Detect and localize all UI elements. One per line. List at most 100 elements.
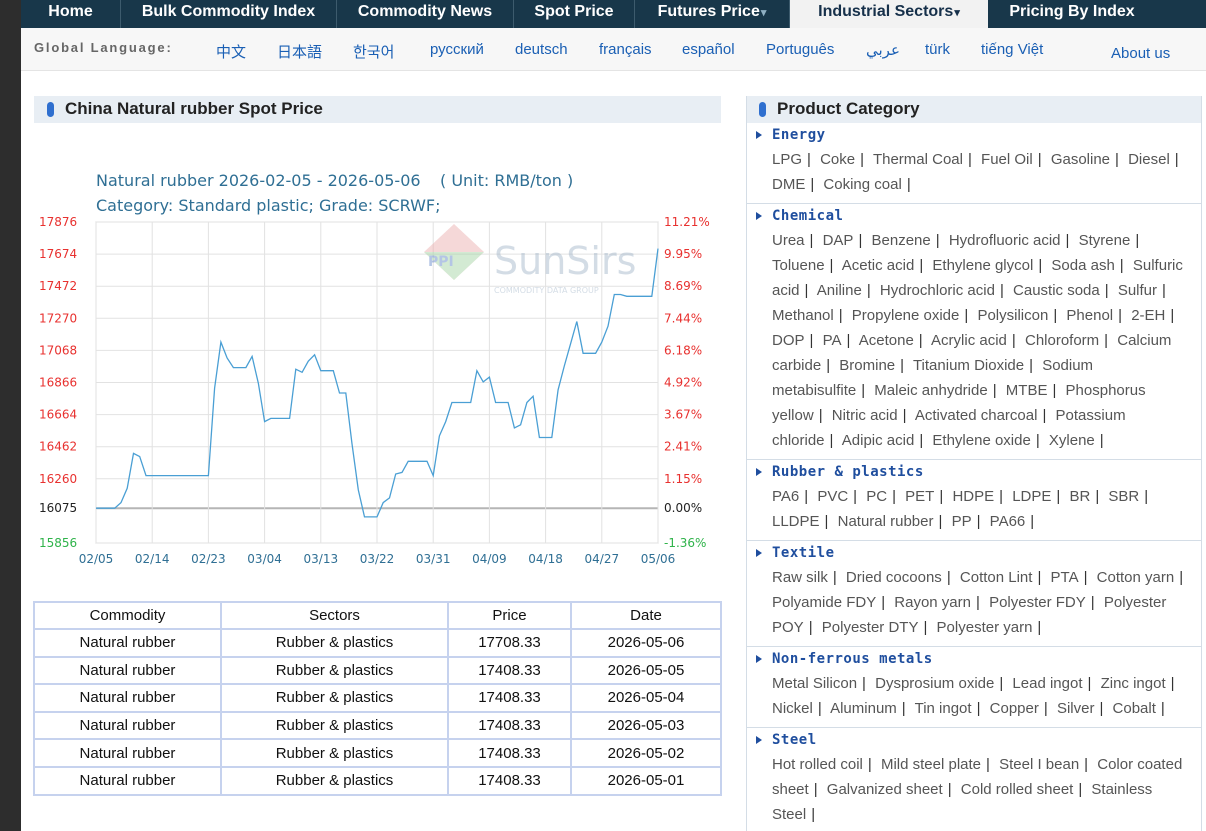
category-title[interactable]: Steel — [747, 728, 1201, 752]
product-link[interactable]: Natural rubber — [838, 513, 934, 530]
product-link[interactable]: Polysilicon — [977, 307, 1048, 324]
product-link[interactable]: Acetic acid — [842, 257, 915, 274]
product-link[interactable]: Diesel — [1128, 151, 1170, 168]
product-link[interactable]: Coking coal — [823, 176, 901, 193]
about-us-link[interactable]: About us — [1111, 45, 1170, 62]
product-link[interactable]: Coke — [820, 151, 855, 168]
product-link[interactable]: Propylene oxide — [852, 307, 960, 324]
lang-vietnamese[interactable]: tiếng Việt — [981, 41, 1043, 58]
product-link[interactable]: BR — [1069, 488, 1090, 505]
product-link[interactable]: Acrylic acid — [931, 332, 1007, 349]
product-link[interactable]: Methanol — [772, 307, 834, 324]
product-link[interactable]: Soda ash — [1051, 257, 1114, 274]
product-link[interactable]: LPG — [772, 151, 802, 168]
category-title[interactable]: Rubber & plastics — [747, 460, 1201, 484]
product-link[interactable]: Adipic acid — [842, 432, 915, 449]
product-link[interactable]: Thermal Coal — [873, 151, 963, 168]
product-link[interactable]: Rayon yarn — [894, 594, 971, 611]
product-link[interactable]: Raw silk — [772, 569, 828, 586]
nav-industrial-sectors[interactable]: Industrial Sectors▾ — [790, 0, 988, 28]
product-link[interactable]: Caustic soda — [1013, 282, 1100, 299]
product-link[interactable]: Hydrofluoric acid — [949, 232, 1061, 249]
product-link[interactable]: Toluene — [772, 257, 825, 274]
lang-turkish[interactable]: türk — [925, 41, 950, 58]
product-link[interactable]: Cotton yarn — [1097, 569, 1175, 586]
lang-japanese[interactable]: 日本語 — [277, 41, 322, 62]
product-link[interactable]: Aluminum — [830, 700, 897, 717]
lang-korean[interactable]: 한국어 — [353, 41, 394, 62]
product-link[interactable]: PA66 — [990, 513, 1026, 530]
product-link[interactable]: Dysprosium oxide — [875, 675, 994, 692]
product-link[interactable]: Phenol — [1066, 307, 1113, 324]
product-link[interactable]: PVC — [817, 488, 848, 505]
product-link[interactable]: Copper — [990, 700, 1039, 717]
lang-french[interactable]: français — [599, 41, 652, 58]
product-link[interactable]: Polyester FDY — [989, 594, 1086, 611]
lang-german[interactable]: deutsch — [515, 41, 568, 58]
product-link[interactable]: PA — [823, 332, 842, 349]
product-link[interactable]: Dried cocoons — [846, 569, 942, 586]
product-link[interactable]: Galvanized sheet — [827, 781, 943, 798]
product-link[interactable]: Gasoline — [1051, 151, 1110, 168]
product-link[interactable]: Cold rolled sheet — [961, 781, 1074, 798]
product-link[interactable]: Polyester DTY — [822, 619, 919, 636]
product-link[interactable]: Aniline — [817, 282, 862, 299]
product-link[interactable]: Lead ingot — [1012, 675, 1082, 692]
product-link[interactable]: Titanium Dioxide — [913, 357, 1024, 374]
category-title[interactable]: Textile — [747, 541, 1201, 565]
product-link[interactable]: Zinc ingot — [1101, 675, 1166, 692]
product-link[interactable]: PC — [866, 488, 887, 505]
product-link[interactable]: PET — [905, 488, 934, 505]
product-link[interactable]: Acetone — [859, 332, 914, 349]
product-link[interactable]: Tin ingot — [915, 700, 972, 717]
product-link[interactable]: Activated charcoal — [915, 407, 1038, 424]
product-link[interactable]: Xylene — [1049, 432, 1095, 449]
product-link[interactable]: DME — [772, 176, 805, 193]
category-title[interactable]: Chemical — [747, 204, 1201, 228]
product-link[interactable]: Fuel Oil — [981, 151, 1033, 168]
product-link[interactable]: Hot rolled coil — [772, 756, 863, 773]
product-link[interactable]: HDPE — [952, 488, 994, 505]
product-link[interactable]: Mild steel plate — [881, 756, 981, 773]
lang-chinese[interactable]: 中文 — [216, 41, 246, 62]
product-link[interactable]: DOP — [772, 332, 805, 349]
category-title[interactable]: Non-ferrous metals — [747, 647, 1201, 671]
nav-pricing-by-index[interactable]: Pricing By Index — [988, 0, 1156, 28]
product-link[interactable]: Sulfur — [1118, 282, 1157, 299]
product-link[interactable]: Cobalt — [1113, 700, 1156, 717]
product-link[interactable]: Nitric acid — [832, 407, 898, 424]
nav-home[interactable]: Home — [21, 0, 121, 28]
nav-spot-price[interactable]: Spot Price — [514, 0, 635, 28]
nav-futures-price[interactable]: Futures Price▾ — [635, 0, 790, 28]
product-link[interactable]: MTBE — [1006, 382, 1048, 399]
product-link[interactable]: Bromine — [839, 357, 895, 374]
product-link[interactable]: DAP — [823, 232, 854, 249]
product-link[interactable]: Metal Silicon — [772, 675, 857, 692]
product-link[interactable]: PA6 — [772, 488, 799, 505]
nav-bulk-commodity-index[interactable]: Bulk Commodity Index — [121, 0, 337, 28]
product-link[interactable]: PP — [952, 513, 972, 530]
product-link[interactable]: Benzene — [872, 232, 931, 249]
product-link[interactable]: Steel I bean — [999, 756, 1079, 773]
product-link[interactable]: Ethylene oxide — [932, 432, 1030, 449]
product-link[interactable]: Hydrochloric acid — [880, 282, 995, 299]
category-title[interactable]: Energy — [747, 123, 1201, 147]
product-link[interactable]: PTA — [1051, 569, 1079, 586]
product-link[interactable]: SBR — [1108, 488, 1139, 505]
product-link[interactable]: Polyamide FDY — [772, 594, 876, 611]
product-link[interactable]: Maleic anhydride — [874, 382, 987, 399]
product-link[interactable]: LLDPE — [772, 513, 820, 530]
product-link[interactable]: Silver — [1057, 700, 1095, 717]
product-link[interactable]: Styrene — [1079, 232, 1131, 249]
product-link[interactable]: LDPE — [1012, 488, 1051, 505]
lang-portuguese[interactable]: Português — [766, 41, 834, 58]
product-link[interactable]: Cotton Lint — [960, 569, 1033, 586]
product-link[interactable]: Nickel — [772, 700, 813, 717]
product-link[interactable]: Ethylene glycol — [932, 257, 1033, 274]
lang-russian[interactable]: русский — [430, 41, 484, 58]
product-link[interactable]: Chloroform — [1025, 332, 1099, 349]
lang-arabic[interactable]: عربي — [866, 41, 900, 59]
product-link[interactable]: 2-EH — [1131, 307, 1165, 324]
lang-spanish[interactable]: español — [682, 41, 735, 58]
product-link[interactable]: Polyester yarn — [937, 619, 1033, 636]
